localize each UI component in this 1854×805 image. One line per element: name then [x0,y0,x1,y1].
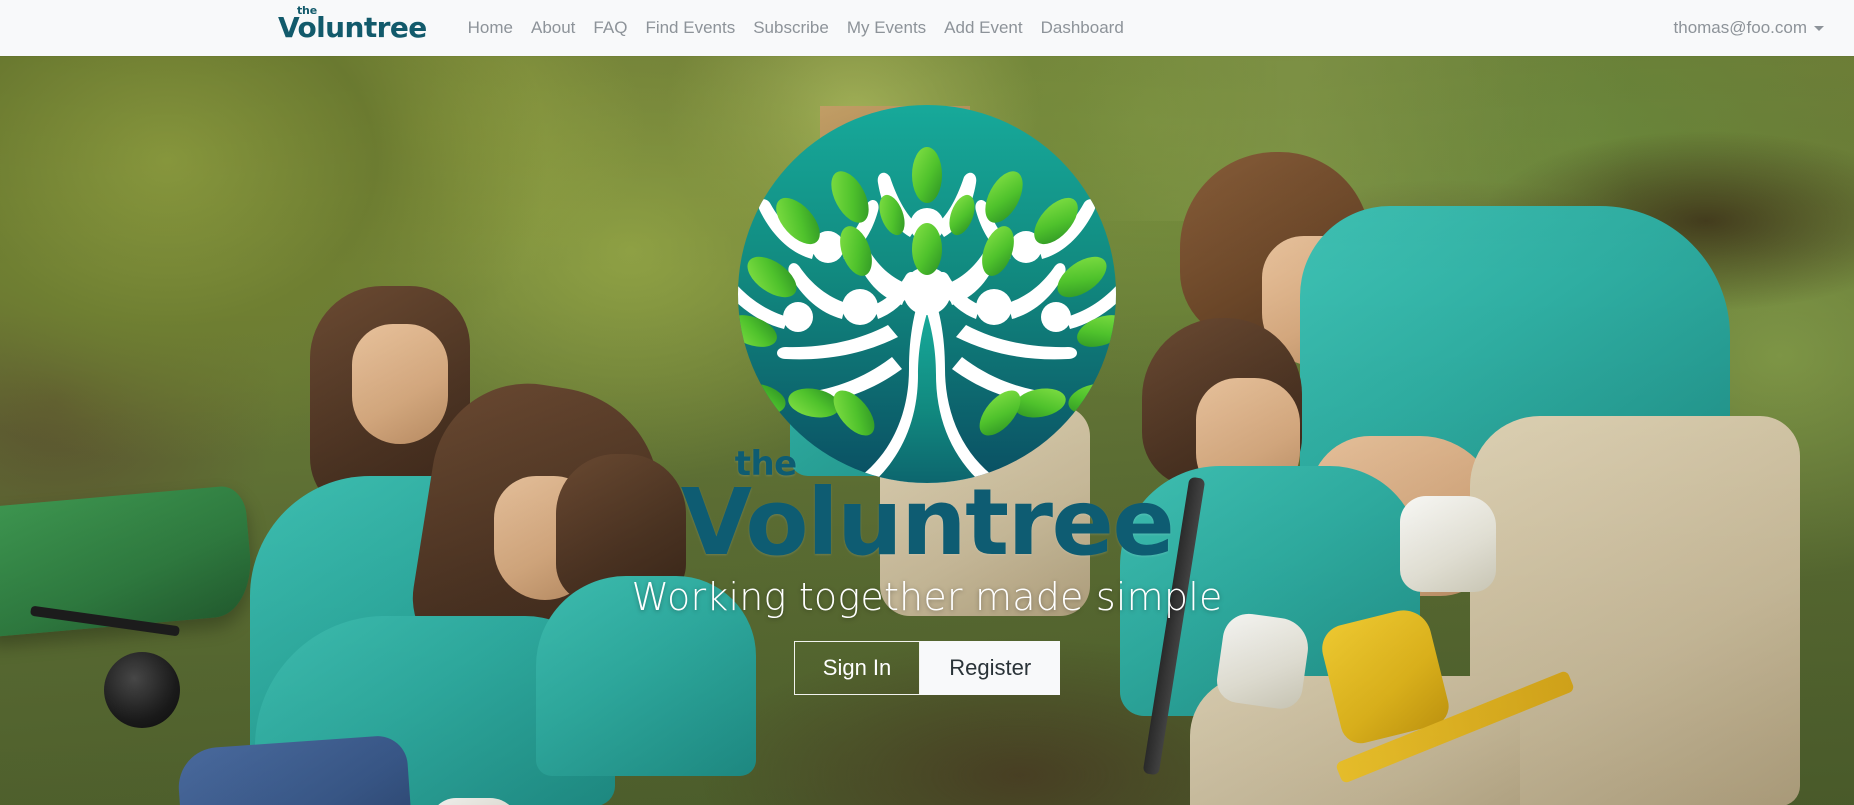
nav-link-subscribe[interactable]: Subscribe [744,12,838,44]
hero-banner: the Voluntree Working together made simp… [0,56,1854,805]
brand-logo-link[interactable]: the Voluntree [278,5,431,42]
sign-in-button[interactable]: Sign In [793,641,921,695]
primary-nav-list: Home About FAQ Find Events Subscribe My … [459,12,1133,44]
hero-tagline: Working together made simple [631,575,1223,619]
user-email-label: thomas@foo.com [1673,18,1807,37]
nav-link-home[interactable]: Home [459,12,522,44]
hero-wordmark: the Voluntree [681,447,1175,569]
main-navbar: the Voluntree Home About FAQ Find Events… [0,0,1854,56]
chevron-down-icon [1814,25,1824,31]
nav-item-home: Home [459,12,522,44]
nav-item-add-event: Add Event [935,12,1031,44]
nav-item-my-events: My Events [838,12,935,44]
nav-item-faq: FAQ [584,12,636,44]
nav-link-about[interactable]: About [522,12,584,44]
nav-link-my-events[interactable]: My Events [838,12,935,44]
nav-link-faq[interactable]: FAQ [584,12,636,44]
nav-item-find-events: Find Events [636,12,744,44]
nav-link-find-events[interactable]: Find Events [636,12,744,44]
hero-wordmark-name: Voluntree [680,469,1175,576]
hero-wordmark-superscript-the: the [734,444,798,484]
hero-action-buttons: Sign In Register [793,641,1061,695]
navbar-right-group: thomas@foo.com [1670,12,1828,44]
nav-link-dashboard[interactable]: Dashboard [1032,12,1133,44]
user-account-dropdown[interactable]: thomas@foo.com [1670,12,1828,44]
brand-superscript-the: the [297,4,317,17]
navbar-left-group: the Voluntree Home About FAQ Find Events… [278,5,1133,44]
register-button[interactable]: Register [920,641,1061,695]
nav-item-dashboard: Dashboard [1032,12,1133,44]
nav-item-about: About [522,12,584,44]
nav-item-subscribe: Subscribe [744,12,838,44]
nav-link-add-event[interactable]: Add Event [935,12,1031,44]
hero-content: the Voluntree Working together made simp… [0,56,1854,805]
